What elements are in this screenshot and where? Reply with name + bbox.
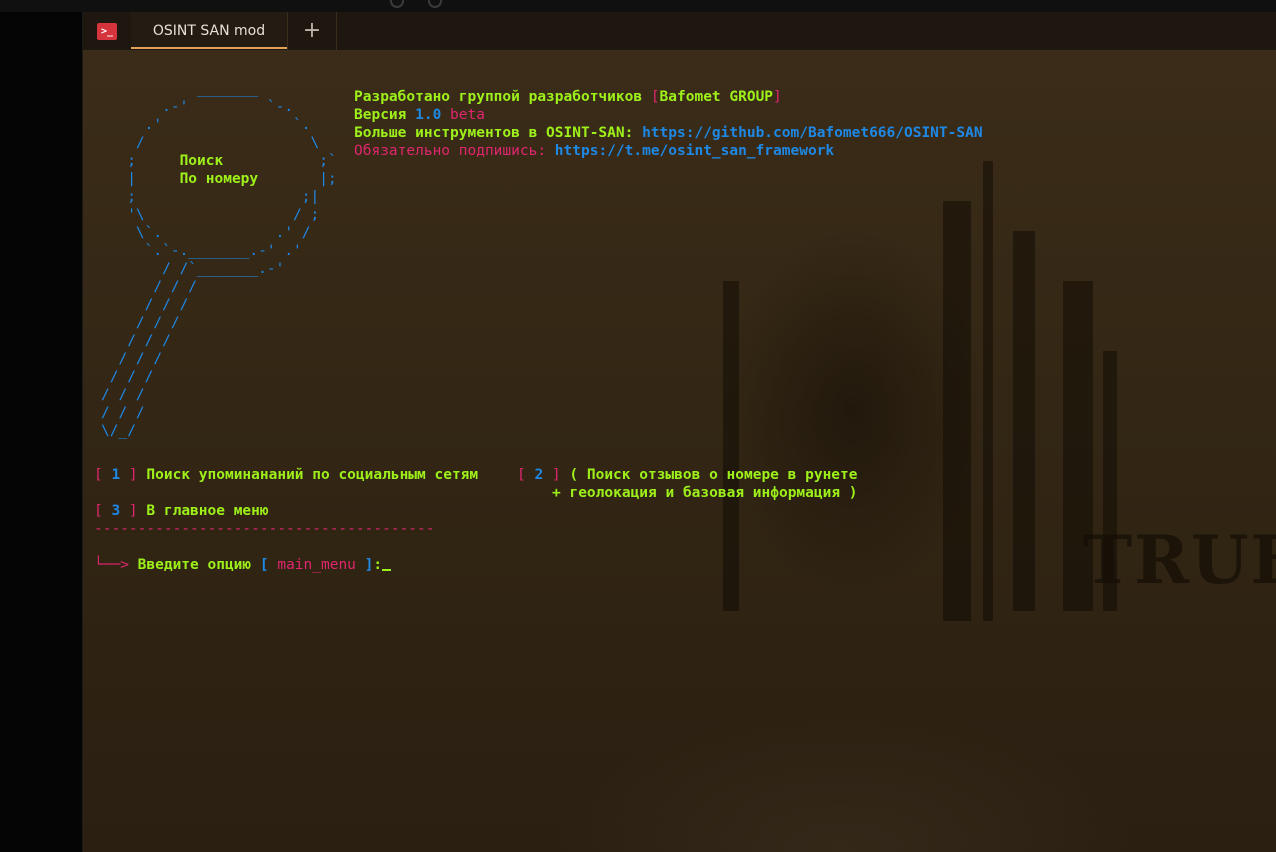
art-label-by-number: По номеру: [179, 171, 259, 187]
bracket: ]: [120, 467, 138, 483]
art-line: .' `.: [101, 117, 311, 133]
menu-option-2-continued: + геолокация и базовая информация ): [552, 484, 858, 502]
top-panel-strip: [0, 0, 1276, 12]
tray-icon: [428, 0, 442, 8]
prompt-arrow: └──>: [94, 557, 138, 573]
art-line: `.`-._______.-' .': [101, 243, 302, 259]
bracket: ]: [120, 503, 138, 519]
terminal-icon[interactable]: >_: [97, 23, 117, 40]
telegram-link[interactable]: https://t.me/osint_san_framework: [555, 143, 834, 159]
art-line: '\ / ;: [101, 207, 320, 223]
prompt-label: Введите опцию: [137, 557, 260, 573]
plus-icon: +: [302, 18, 322, 43]
art-line: / / /: [101, 351, 163, 367]
art-label-search: Поиск: [179, 153, 224, 169]
subscribe-line: Обязательно подпишись: https://t.me/osin…: [354, 142, 834, 160]
more-tools-line: Больше инструментов в OSINT-SAN: https:/…: [354, 124, 983, 142]
option-number: 2: [534, 467, 544, 483]
art-line: |: [101, 171, 180, 187]
option-text: В главное меню: [137, 503, 269, 519]
refinery-tower-silhouette: [983, 161, 993, 621]
version-label: Версия: [354, 107, 416, 123]
art-line: ;: [101, 153, 180, 169]
bracket: [: [94, 503, 112, 519]
option-number: 1: [111, 467, 121, 483]
art-line: / / /: [101, 387, 145, 403]
art-line: .-' `-.: [101, 99, 294, 115]
option-text: + геолокация и базовая информация ): [552, 485, 858, 501]
menu-option-2: [ 2 ] ( Поиск отзывов о номере в рунете: [517, 466, 857, 484]
tray-icon: [390, 0, 404, 8]
bracket: [: [259, 557, 278, 573]
art-line: / / /: [101, 297, 189, 313]
bracket: [: [94, 467, 112, 483]
tab-osint-san-mod[interactable]: OSINT SAN mod: [131, 12, 287, 49]
option-text: ( Поиск отзывов о номере в рунете: [560, 467, 858, 483]
bracket: ]: [773, 89, 782, 105]
menu-option-3: [ 3 ] В главное меню: [94, 502, 269, 520]
art-line: \`. .' /: [101, 225, 311, 241]
prompt-colon: :: [373, 557, 383, 573]
tab-divider: [336, 12, 337, 50]
menu-option-1: [ 1 ] Поиск упоминананий по социальным с…: [94, 466, 478, 484]
version-number: 1.0: [415, 107, 442, 123]
art-line: _______: [101, 81, 259, 97]
developer-line: Разработано группой разработчиков [Bafom…: [354, 88, 782, 106]
art-line: / / /: [101, 333, 171, 349]
tab-bar: >_ OSINT SAN mod +: [83, 12, 1276, 51]
option-text: Поиск упоминананий по социальным сетям: [137, 467, 479, 483]
art-line: / / /: [101, 279, 198, 295]
new-tab-button[interactable]: +: [288, 12, 336, 50]
tab-title: OSINT SAN mod: [152, 23, 266, 39]
magnifier-ascii-art: _______ .-' `-. .' `. / \ ; Поиск ;` | П…: [101, 80, 337, 440]
more-tools-label: Больше инструментов в OSINT-SAN:: [354, 125, 643, 141]
github-link[interactable]: https://github.com/Bafomet666/OSINT-SAN: [642, 125, 982, 141]
art-line: / / /: [101, 315, 180, 331]
art-line: / / /: [101, 405, 145, 421]
version-tag: beta: [441, 107, 485, 123]
bracket: ]: [543, 467, 561, 483]
poster-title: TRUE: [1083, 521, 1276, 599]
art-line: / /`_______.-': [101, 261, 285, 277]
art-line: ; ;|: [101, 189, 320, 205]
art-line: |;: [258, 171, 337, 187]
refinery-tower-silhouette: [1013, 231, 1035, 611]
art-line: ;`: [223, 153, 337, 169]
menu-separator: ---------------------------------------: [94, 521, 435, 537]
text-cursor: [382, 569, 392, 571]
bracket: [: [650, 89, 660, 105]
bracket: ]: [355, 557, 374, 573]
option-number: 3: [111, 503, 121, 519]
version-line: Версия 1.0 beta: [354, 106, 485, 124]
art-line: \/_/: [101, 423, 136, 439]
art-line: / \: [101, 135, 320, 151]
developer-label: Разработано группой разработчиков: [354, 89, 651, 105]
bracket: [: [517, 467, 535, 483]
input-prompt[interactable]: └──> Введите опцию [ main_menu ]:: [94, 556, 392, 574]
prompt-context: main_menu: [277, 557, 356, 573]
group-name: Bafomet GROUP: [659, 89, 774, 105]
art-line: / / /: [101, 369, 154, 385]
refinery-tower-silhouette: [723, 281, 739, 611]
refinery-tower-silhouette: [943, 201, 971, 621]
subscribe-label: Обязательно подпишись:: [354, 143, 555, 159]
desktop-background: [0, 12, 82, 852]
